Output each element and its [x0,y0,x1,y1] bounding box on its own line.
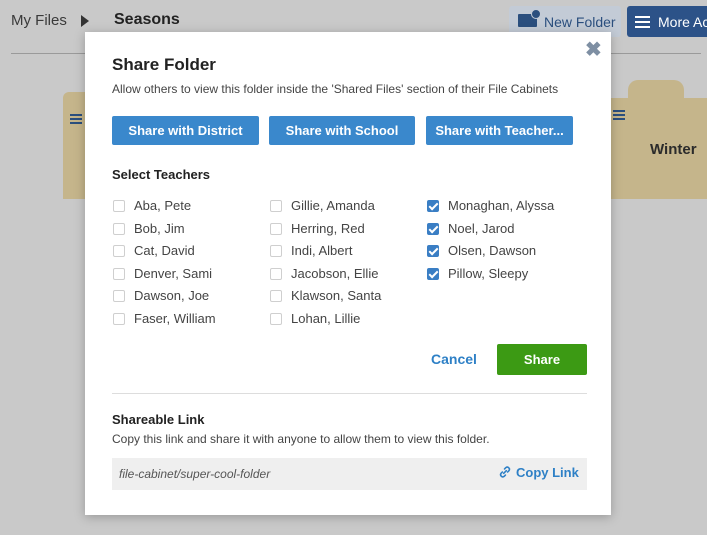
teacher-name-label: Noel, Jarod [448,220,515,236]
teacher-name-label: Denver, Sami [134,265,213,281]
breadcrumb-separator-icon [81,15,89,27]
folder-menu-icon[interactable] [613,110,625,112]
teacher-name-label: Bob, Jim [134,220,185,236]
folder-tab [628,80,684,100]
divider [112,393,587,394]
teacher-name-label: Klawson, Santa [291,288,382,303]
select-teachers-label: Select Teachers [112,167,211,182]
checkbox[interactable] [270,245,282,257]
shareable-link-field[interactable]: file-cabinet/super-cool-folder Copy Link [112,458,587,490]
checkbox[interactable] [113,290,125,302]
new-folder-label: New Folder [544,14,616,30]
checkbox[interactable] [270,267,282,280]
copy-link-label: Copy Link [516,465,579,480]
checkbox[interactable] [113,245,125,257]
teacher-name-label: Indi, Albert [291,243,353,258]
dialog-title: Share Folder [112,55,216,74]
share-with-teacher-button[interactable]: Share with Teacher... [426,116,573,145]
link-icon [499,466,511,478]
teacher-name-label: Aba, Pete [134,198,192,213]
share-with-district-button[interactable]: Share with District [112,116,259,145]
checkbox[interactable] [270,312,282,325]
teacher-name-label: Gillie, Amanda [291,198,375,213]
checkbox[interactable] [427,222,439,235]
checkbox[interactable] [113,200,125,212]
share-folder-dialog: ✖ Share Folder Allow others to view this… [85,32,611,515]
checkbox[interactable] [270,200,282,212]
teacher-name-label: Jacobson, Ellie [291,265,379,281]
share-button[interactable]: Share [497,344,587,375]
close-icon[interactable]: ✖ [585,40,602,60]
teacher-name-label: Olsen, Dawson [448,243,537,258]
breadcrumb-my-files[interactable]: My Files [11,12,67,29]
teacher-name-label: Pillow, Sleepy [448,265,529,281]
dialog-subtitle: Allow others to view this folder inside … [112,82,559,96]
teacher-name-label: Herring, Red [291,220,365,236]
teacher-name-label: Monaghan, Alyssa [448,198,555,213]
share-with-school-button[interactable]: Share with School [269,116,415,145]
checkbox[interactable] [113,312,125,325]
teacher-name-label: Dawson, Joe [134,288,210,303]
more-actions-label: More Act [658,14,707,30]
copy-link-button[interactable]: Copy Link [498,465,579,480]
shareable-link-description: Copy this link and share it with anyone … [112,432,490,446]
checkbox[interactable] [113,222,125,235]
checkbox[interactable] [270,222,282,235]
cancel-button[interactable]: Cancel [431,351,477,367]
checkbox[interactable] [427,245,439,257]
more-actions-button[interactable]: More Act [627,6,707,37]
teacher-name-label: Cat, David [134,243,195,258]
folder-menu-icon[interactable] [70,114,82,116]
checkbox[interactable] [427,200,439,212]
checkbox[interactable] [113,267,125,280]
teacher-name-label: Faser, William [134,310,216,326]
teacher-name-label: Lohan, Lillie [291,310,361,326]
shareable-link-value: file-cabinet/super-cool-folder [119,467,271,481]
folder-label-winter: Winter [650,141,697,158]
menu-icon [635,16,650,18]
checkbox[interactable] [427,267,439,280]
shareable-link-title: Shareable Link [112,412,205,427]
breadcrumb-current: Seasons [114,11,180,28]
folder-plus-icon [518,9,541,27]
checkbox[interactable] [270,290,282,302]
